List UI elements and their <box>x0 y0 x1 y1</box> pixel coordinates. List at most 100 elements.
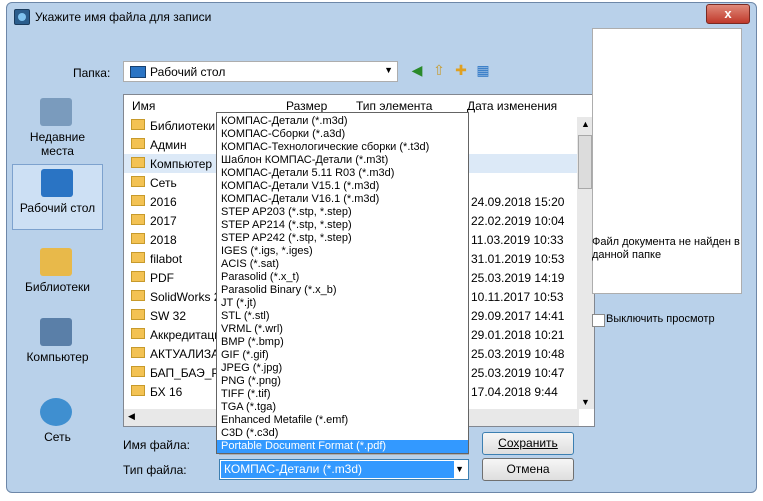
file-type-option[interactable]: КОМПАС-Детали V16.1 (*.m3d) <box>217 193 468 206</box>
folder-icon <box>131 290 145 301</box>
file-type-option[interactable]: JPEG (*.jpg) <box>217 362 468 375</box>
file-date: 29.01.2018 10:21 <box>471 328 565 342</box>
file-type-option[interactable]: STEP AP203 (*.stp, *.step) <box>217 206 468 219</box>
folder-icon <box>131 157 145 168</box>
save-button[interactable]: Сохранить <box>482 432 574 455</box>
folder-icon <box>131 195 145 206</box>
place-libraries[interactable]: Библиотеки <box>12 244 103 310</box>
libraries-icon <box>40 248 72 276</box>
disable-preview-checkbox[interactable] <box>592 314 605 327</box>
dialog-title: Укажите имя файла для записи <box>35 10 212 24</box>
new-folder-icon[interactable]: ✚ <box>452 61 470 79</box>
folder-label: Папка: <box>73 66 111 80</box>
file-type-option[interactable]: STEP AP242 (*.stp, *.step) <box>217 232 468 245</box>
folder-icon <box>131 385 145 396</box>
folder-icon <box>131 233 145 244</box>
file-type-option[interactable]: КОМПАС-Сборки (*.a3d) <box>217 128 468 141</box>
file-type-option[interactable]: IGES (*.igs, *.iges) <box>217 245 468 258</box>
file-type-option[interactable]: Enhanced Metafile (*.emf) <box>217 414 468 427</box>
folder-icon <box>131 252 145 263</box>
column-size[interactable]: Размер <box>286 99 327 113</box>
desktop-icon <box>41 169 73 197</box>
computer-icon <box>40 318 72 346</box>
folder-combo[interactable]: Рабочий стол ▼ <box>123 61 398 82</box>
view-menu-icon[interactable]: ▦ <box>474 61 492 79</box>
place-label: Рабочий стол <box>19 201 96 215</box>
file-date: 10.11.2017 10:53 <box>471 290 564 304</box>
scroll-down-icon[interactable]: ▼ <box>581 397 590 407</box>
file-type-option[interactable]: КОМПАС-Детали 5.11 R03 (*.m3d) <box>217 167 468 180</box>
place-desktop[interactable]: Рабочий стол <box>12 164 103 230</box>
scroll-thumb[interactable] <box>578 135 592 189</box>
filetype-select[interactable]: КОМПАС-Детали (*.m3d) ▼ <box>219 459 469 480</box>
file-type-option[interactable]: GIF (*.gif) <box>217 349 468 362</box>
place-label: Библиотеки <box>24 280 90 294</box>
file-type-option[interactable]: Parasolid (*.x_t) <box>217 271 468 284</box>
folder-icon <box>131 214 145 225</box>
folder-icon <box>131 176 145 187</box>
back-icon[interactable]: ◀ <box>408 61 426 79</box>
file-type-option[interactable]: C3D (*.c3d) <box>217 427 468 440</box>
file-date: 11.03.2019 10:33 <box>471 233 564 247</box>
column-date[interactable]: Дата изменения <box>467 99 557 113</box>
file-type-option[interactable]: КОМПАС-Детали (*.m3d) <box>217 115 468 128</box>
cancel-button[interactable]: Отмена <box>482 458 574 481</box>
recent-places-icon <box>40 98 72 126</box>
places-bar: Недавние места Рабочий стол Библиотеки К… <box>12 94 103 478</box>
chevron-down-icon: ▼ <box>384 65 393 75</box>
desktop-icon <box>130 66 146 78</box>
filename-label: Имя файла: <box>123 438 190 452</box>
file-type-option[interactable]: STEP AP214 (*.stp, *.step) <box>217 219 468 232</box>
close-button[interactable]: x <box>706 4 750 24</box>
file-type-option[interactable]: КОМПАС-Детали V15.1 (*.m3d) <box>217 180 468 193</box>
place-label: Компьютер <box>26 350 89 364</box>
file-date: 22.02.2019 10:04 <box>471 214 565 228</box>
file-date: 29.09.2017 14:41 <box>471 309 565 323</box>
file-type-option[interactable]: PNG (*.png) <box>217 375 468 388</box>
folder-icon <box>131 328 145 339</box>
file-type-option[interactable]: STL (*.stl) <box>217 310 468 323</box>
scroll-up-icon[interactable]: ▲ <box>581 119 590 129</box>
file-type-option[interactable]: КОМПАС-Технологические сборки (*.t3d) <box>217 141 468 154</box>
file-type-option[interactable]: ACIS (*.sat) <box>217 258 468 271</box>
app-icon <box>14 9 30 25</box>
folder-icon <box>131 347 145 358</box>
save-label: Сохранить <box>498 436 558 450</box>
file-type-option[interactable]: TIFF (*.tif) <box>217 388 468 401</box>
file-type-option[interactable]: JT (*.jt) <box>217 297 468 310</box>
file-date: 31.01.2019 10:53 <box>471 252 565 266</box>
up-folder-icon[interactable]: ⇧ <box>430 61 448 79</box>
file-type-option[interactable]: Шаблон КОМПАС-Детали (*.m3t) <box>217 154 468 167</box>
file-type-option[interactable]: Portable Document Format (*.pdf) <box>217 440 468 453</box>
scroll-left-icon[interactable]: ◀ <box>128 411 135 422</box>
folder-icon <box>131 309 145 320</box>
file-type-option[interactable]: VRML (*.wrl) <box>217 323 468 336</box>
column-type[interactable]: Тип элемента <box>356 99 432 113</box>
chevron-down-icon: ▼ <box>455 464 464 474</box>
file-type-option[interactable]: BMP (*.bmp) <box>217 336 468 349</box>
filetype-value: КОМПАС-Детали (*.m3d) <box>221 461 454 478</box>
folder-icon <box>131 271 145 282</box>
title-bar[interactable]: Укажите имя файла для записи x <box>7 3 756 31</box>
place-computer[interactable]: Компьютер <box>12 314 103 380</box>
file-type-option[interactable]: Parasolid Binary (*.x_b) <box>217 284 468 297</box>
folder-icon <box>131 366 145 377</box>
file-date: 25.03.2019 10:48 <box>471 347 565 361</box>
file-date: 25.03.2019 14:19 <box>471 271 565 285</box>
file-date: 25.03.2019 10:47 <box>471 366 565 380</box>
file-date: 17.04.2018 9:44 <box>471 385 558 399</box>
folder-icon <box>131 119 145 130</box>
place-recent[interactable]: Недавние места <box>12 94 103 160</box>
file-type-option[interactable]: TGA (*.tga) <box>217 401 468 414</box>
column-name[interactable]: Имя <box>132 99 155 113</box>
place-network[interactable]: Сеть <box>12 394 103 460</box>
network-icon <box>40 398 72 426</box>
file-type-dropdown[interactable]: КОМПАС-Детали (*.m3d) КОМПАС-Сборки (*.a3… <box>216 112 469 454</box>
disable-preview-label: Выключить просмотр <box>606 313 715 325</box>
folder-icon <box>131 138 145 149</box>
place-label: Сеть <box>44 430 71 444</box>
preview-message: Файл документа не найден в данной папке <box>592 236 740 261</box>
folder-value: Рабочий стол <box>150 65 226 79</box>
place-label: Недавние места <box>29 130 86 158</box>
file-date: 24.09.2018 15:20 <box>471 195 565 209</box>
